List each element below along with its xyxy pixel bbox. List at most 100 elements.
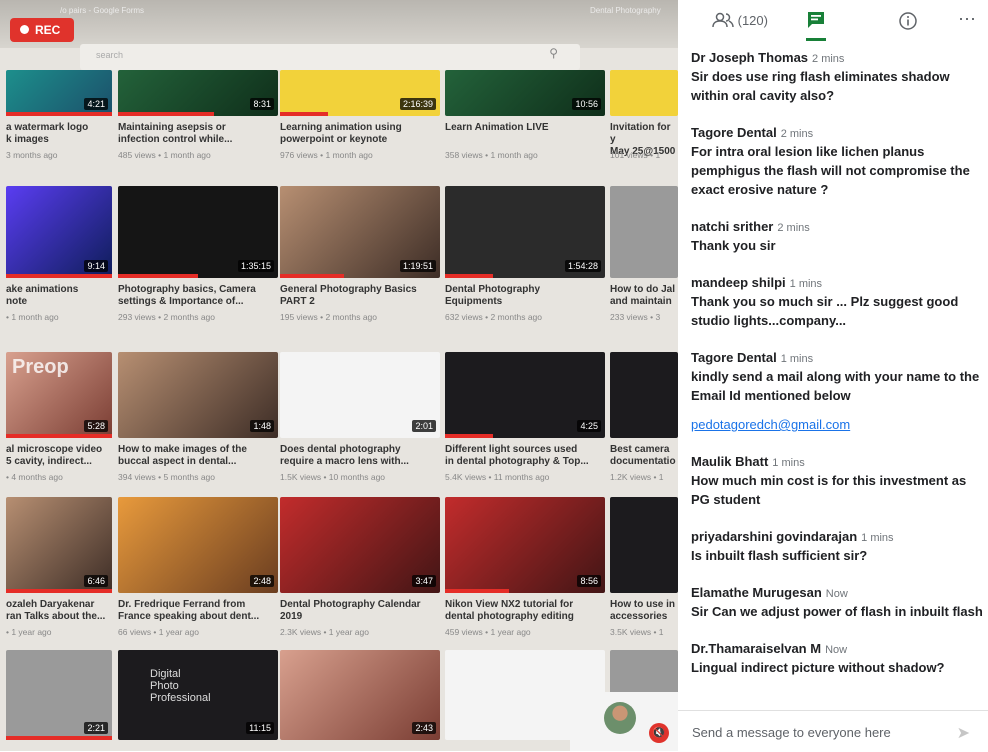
message-input[interactable]	[690, 720, 944, 744]
video-title: How to do Jal and maintain	[610, 284, 675, 307]
video-title: Dental Photography Calendar 2019	[280, 599, 421, 622]
search-hint: search	[96, 50, 124, 60]
video-tile: 1:19:51	[280, 186, 440, 278]
chat-message: Elamathe Murugesan Now Sir Can we adjust p…	[691, 585, 985, 621]
message-text: Thank you sir	[691, 238, 776, 253]
tab-info[interactable]	[898, 11, 918, 34]
tab-people[interactable]: (120)	[712, 12, 768, 28]
chat-message: natchi srither 2 mins Thank you sir	[691, 219, 985, 255]
message-time: 2 mins	[812, 53, 845, 65]
video-title: a watermark logo k images	[6, 122, 89, 145]
message-sender: Dr.Thamaraiselvan M	[691, 641, 822, 656]
browser-tab-title-right: Dental Photography	[590, 6, 661, 15]
video-title: Learning animation using powerpoint or k…	[280, 122, 402, 145]
video-meta: 459 views • 1 year ago	[445, 627, 531, 637]
video-meta: 394 views • 5 months ago	[118, 472, 216, 482]
video-meta: • 4 months ago	[6, 472, 63, 482]
message-header: natchi srither 2 mins	[691, 219, 985, 236]
video-meta: • 1 year ago	[6, 627, 52, 637]
video-tile: 1:54:28	[445, 186, 605, 278]
video-tile: 1:35:15	[118, 186, 278, 278]
video-duration: 1:48	[250, 420, 274, 432]
video-tile: 9:14	[6, 186, 112, 278]
message-text: kindly send a mail along with your name …	[691, 369, 980, 403]
chat-message: mandeep shilpi 1 mins Thank you so much si…	[691, 275, 985, 330]
mic-off-icon: 🔇	[649, 723, 669, 743]
compose-bar: ➤	[678, 710, 988, 752]
video-duration: 1:19:51	[399, 260, 436, 272]
send-icon[interactable]: ➤	[957, 723, 970, 743]
self-view-tile[interactable]: 🔇	[570, 692, 678, 751]
video-title: How to make images of the buccal aspect …	[118, 444, 247, 467]
watch-progress-bar	[6, 589, 112, 593]
message-text: How much min cost is for this investment…	[691, 473, 967, 507]
message-sender: mandeep shilpi	[691, 275, 786, 290]
chat-panel: (120) ⋯ Dr Joseph Thomas 2 mins Sir does u…	[678, 0, 988, 751]
video-meta: 632 views • 2 months ago	[445, 312, 543, 322]
video-tile: 4:25	[445, 352, 605, 438]
video-duration: 8:31	[250, 98, 274, 110]
video-tile	[610, 70, 678, 116]
video-duration: 6:46	[84, 575, 108, 587]
message-time: 2 mins	[777, 222, 810, 234]
message-sender: natchi srither	[691, 219, 774, 234]
message-time: Now	[825, 644, 848, 656]
message-text: Is inbuilt flash sufficient sir?	[691, 548, 868, 563]
chat-message: Tagore Dental 1 mins kindly send a mail al…	[691, 350, 985, 434]
video-title: Dr. Fredrique Ferrand from France speaki…	[118, 599, 260, 622]
message-time: Now	[825, 588, 848, 600]
video-duration: 4:25	[577, 420, 601, 432]
people-icon	[712, 12, 734, 28]
message-sender: Tagore Dental	[691, 350, 777, 365]
video-duration: 2:48	[250, 575, 274, 587]
tab-chat[interactable]	[806, 10, 826, 33]
video-title: Dental Photography Equipments	[445, 284, 541, 307]
video-title: Maintaining asepsis or infection control…	[118, 122, 233, 145]
message-header: Dr Joseph Thomas 2 mins	[691, 50, 985, 67]
email-link[interactable]: pedotagoredch@gmail.com	[691, 415, 985, 434]
more-options-icon[interactable]: ⋯	[958, 9, 976, 30]
thumb-overlay-digital-photo: Digital Photo Professional	[150, 668, 211, 704]
video-tile: 8:56	[445, 497, 605, 593]
video-title: Best camera documentatio	[610, 444, 676, 467]
video-tile: 2:16:39	[280, 70, 440, 116]
watch-progress-bar	[6, 434, 112, 438]
message-sender: priyadarshini govindarajan	[691, 529, 858, 544]
chat-message: Maulik Bhatt 1 mins How much min cost is f…	[691, 454, 985, 509]
video-tile: 2:21	[6, 650, 112, 740]
chat-message: Dr Joseph Thomas 2 mins Sir does use ring …	[691, 50, 985, 105]
video-duration: 2:01	[412, 420, 436, 432]
watch-progress-bar	[280, 112, 328, 116]
video-meta: 195 views • 2 months ago	[280, 312, 378, 322]
chat-message: Dr.Thamaraiselvan M Now Lingual indirect p…	[691, 641, 985, 677]
message-sender: Dr Joseph Thomas	[691, 50, 809, 65]
video-title: Does dental photography require a macro …	[280, 444, 409, 467]
rec-label: REC	[35, 23, 61, 37]
video-duration: 10:56	[572, 98, 601, 110]
video-tile: 6:46	[6, 497, 112, 593]
message-header: Maulik Bhatt 1 mins	[691, 454, 985, 471]
video-meta: 358 views • 1 month ago	[445, 150, 538, 160]
message-header: Tagore Dental 2 mins	[691, 125, 985, 142]
video-tile: 4:21	[6, 70, 112, 116]
watch-progress-bar	[118, 274, 198, 278]
video-meta: 5.4K views • 11 months ago	[445, 472, 550, 482]
message-sender: Elamathe Murugesan	[691, 585, 822, 600]
video-title: Learn Animation LIVE	[445, 122, 549, 133]
message-time: 1 mins	[780, 353, 814, 365]
video-duration: 1:35:15	[237, 260, 274, 272]
video-tile: 10:56	[445, 70, 605, 116]
video-duration: 4:21	[84, 98, 108, 110]
video-duration: 11:15	[246, 722, 274, 734]
watch-progress-bar	[118, 112, 214, 116]
video-tile: 8:31	[118, 70, 278, 116]
watch-progress-bar	[6, 112, 112, 116]
message-header: Elamathe Murugesan Now	[691, 585, 985, 602]
video-title: ake animations note	[6, 284, 79, 307]
video-meta: • 1 month ago	[6, 312, 59, 322]
message-list: Dr Joseph Thomas 2 mins Sir does use ring …	[691, 50, 985, 697]
active-tab-indicator	[806, 38, 826, 41]
message-header: mandeep shilpi 1 mins	[691, 275, 985, 292]
panel-tabs: (120) ⋯	[678, 0, 988, 44]
chat-icon	[808, 12, 824, 28]
